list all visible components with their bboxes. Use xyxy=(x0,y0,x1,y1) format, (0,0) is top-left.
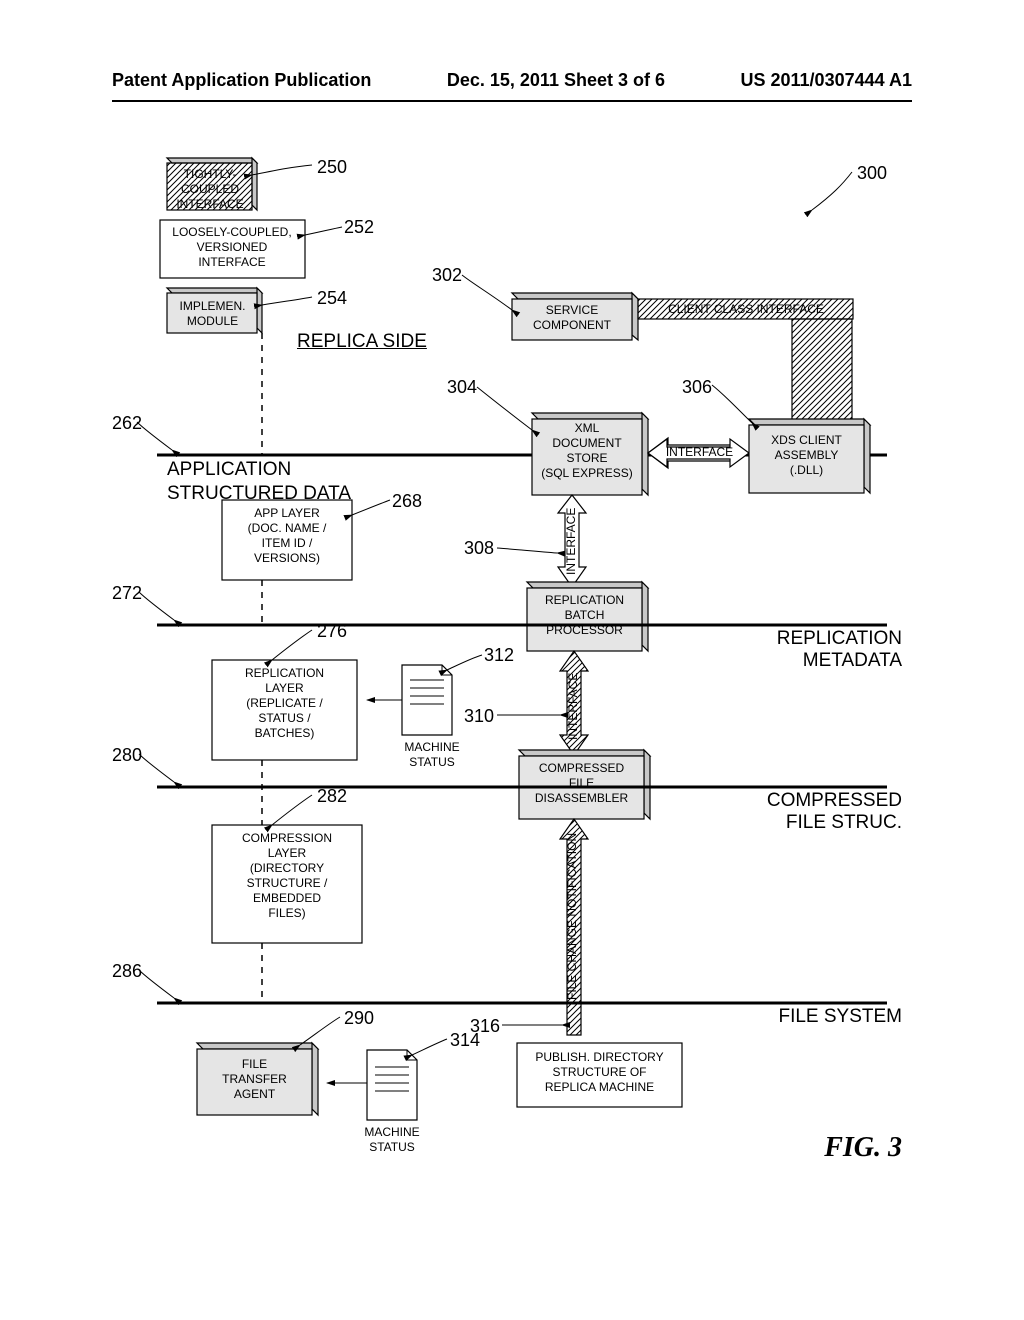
ref-272: 272 xyxy=(112,583,142,604)
ref-286: 286 xyxy=(112,961,142,982)
ref-276: 276 xyxy=(317,621,347,642)
ref-300: 300 xyxy=(857,163,887,184)
file-change-notification-text: FILE CHANGE NOTIFICATION xyxy=(565,986,580,1000)
compression-layer-text: COMPRESSIONLAYER(DIRECTORYSTRUCTURE /EMB… xyxy=(212,831,362,921)
ref-304: 304 xyxy=(447,377,477,398)
machine-status-label-1: MACHINESTATUS xyxy=(392,740,472,770)
ref-282: 282 xyxy=(317,786,347,807)
interface-label-2: INTERFACE xyxy=(564,561,579,575)
figure-caption: FIG. 3 xyxy=(762,1130,902,1165)
ref-306: 306 xyxy=(682,377,712,398)
ref-252: 252 xyxy=(344,217,374,238)
header-center: Dec. 15, 2011 Sheet 3 of 6 xyxy=(447,70,665,91)
ref-316: 316 xyxy=(470,1016,500,1037)
client-class-interface-text: CLIENT CLASS INTERFACE xyxy=(640,302,852,317)
ref-302: 302 xyxy=(432,265,462,286)
replica-side-label: REPLICA SIDE xyxy=(297,330,457,354)
xds-client-assembly-text: XDS CLIENTASSEMBLY(.DLL) xyxy=(749,433,864,478)
app-layer-text: APP LAYER(DOC. NAME /ITEM ID /VERSIONS) xyxy=(222,506,352,566)
layer-app-struct-data: APPLICATIONSTRUCTURED DATA xyxy=(167,458,417,506)
layer-file-system: FILE SYSTEM xyxy=(778,1006,902,1028)
figure-3: TIGHTLY-COUPLEDINTERFACE LOOSELY-COUPLED… xyxy=(112,155,912,1195)
header-rule xyxy=(112,100,912,102)
replication-layer-text: REPLICATIONLAYER(REPLICATE /STATUS /BATC… xyxy=(212,666,357,741)
ref-262: 262 xyxy=(112,413,142,434)
legend-loosely-coupled-text: LOOSELY-COUPLED,VERSIONEDINTERFACE xyxy=(162,225,302,270)
file-transfer-agent-text: FILETRANSFERAGENT xyxy=(197,1057,312,1102)
ref-312: 312 xyxy=(484,645,514,666)
service-component-text: SERVICECOMPONENT xyxy=(512,303,632,333)
header-right: US 2011/0307444 A1 xyxy=(741,70,912,91)
publish-directory-text: PUBLISH. DIRECTORYSTRUCTURE OFREPLICA MA… xyxy=(517,1050,682,1095)
ref-290: 290 xyxy=(344,1008,374,1029)
replication-batch-processor-text: REPLICATIONBATCHPROCESSOR xyxy=(527,593,642,638)
ref-268: 268 xyxy=(392,491,422,512)
layer-replication-metadata: REPLICATIONMETADATA xyxy=(777,628,902,672)
machine-status-label-2: MACHINESTATUS xyxy=(352,1125,432,1155)
ref-280: 280 xyxy=(112,745,142,766)
layer-compressed-file-struc: COMPRESSEDFILE STRUC. xyxy=(767,790,902,834)
ref-308: 308 xyxy=(464,538,494,559)
legend-implemen-module-text: IMPLEMEN.MODULE xyxy=(170,299,255,329)
legend-tightly-coupled-text: TIGHTLY-COUPLEDINTERFACE xyxy=(170,167,250,212)
compressed-file-disassembler-text: COMPRESSEDFILEDISASSEMBLER xyxy=(519,761,644,806)
ref-254: 254 xyxy=(317,288,347,309)
interface-label-3: INTERFACE xyxy=(566,726,581,740)
xml-document-store-text: XMLDOCUMENTSTORE(SQL EXPRESS) xyxy=(532,421,642,481)
interface-label-1: INTERFACE xyxy=(657,445,742,460)
header-left: Patent Application Publication xyxy=(112,70,371,91)
ref-310: 310 xyxy=(464,706,494,727)
ref-250: 250 xyxy=(317,157,347,178)
